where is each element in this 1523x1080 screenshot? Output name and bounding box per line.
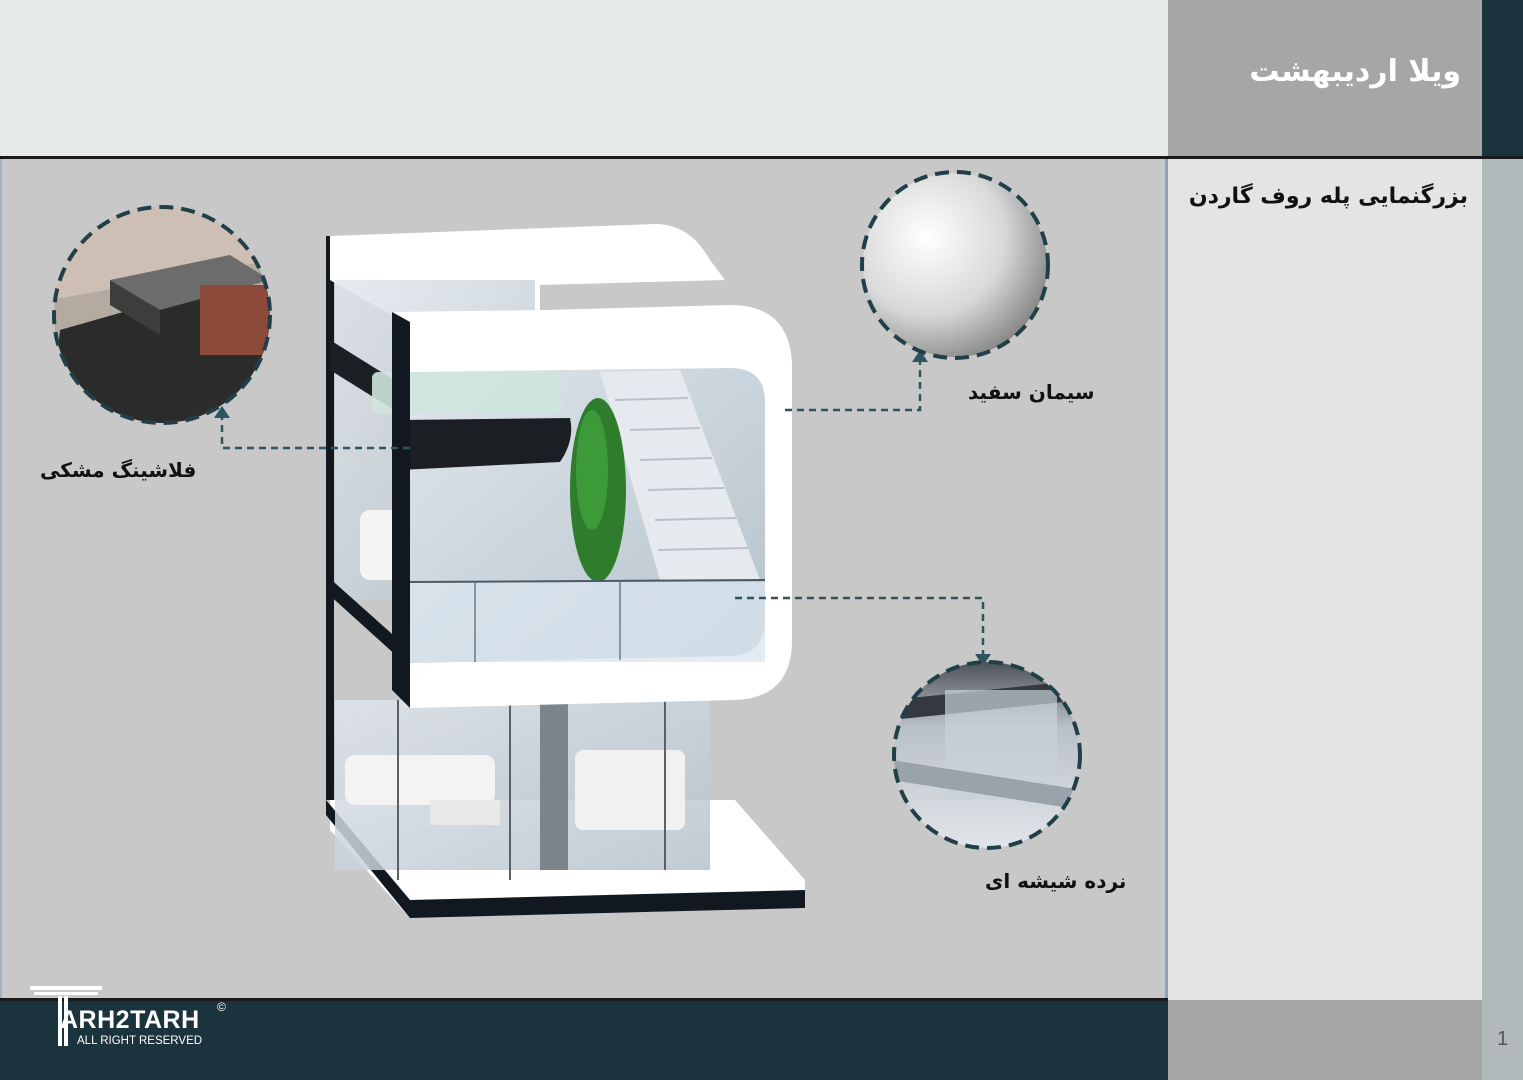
logo-subtitle: ALL RIGHT RESERVED — [77, 1035, 203, 1047]
logo-wordmark: ARH2TARH — [60, 1006, 200, 1034]
leader-cement — [785, 358, 922, 412]
section-title: بزرگنمایی پله روف گاردن — [1188, 184, 1468, 209]
flashing-detail-circle — [52, 205, 272, 425]
villa-illustration — [52, 170, 1082, 918]
building — [326, 224, 805, 918]
page-number: 1 — [1496, 1028, 1509, 1050]
callout-label-flashing: فلاشینگ مشکی — [40, 458, 197, 482]
glass-railing-detail-circle — [892, 660, 1082, 850]
callout-label-cement: سیمان سفید — [968, 380, 1095, 404]
callout-label-glass-railing: نرده شیشه ای — [985, 869, 1127, 893]
page-title: ویلا اردیبهشت — [1249, 54, 1461, 89]
cement-detail-circle — [860, 170, 1050, 360]
copyright-icon: © — [217, 1000, 226, 1014]
